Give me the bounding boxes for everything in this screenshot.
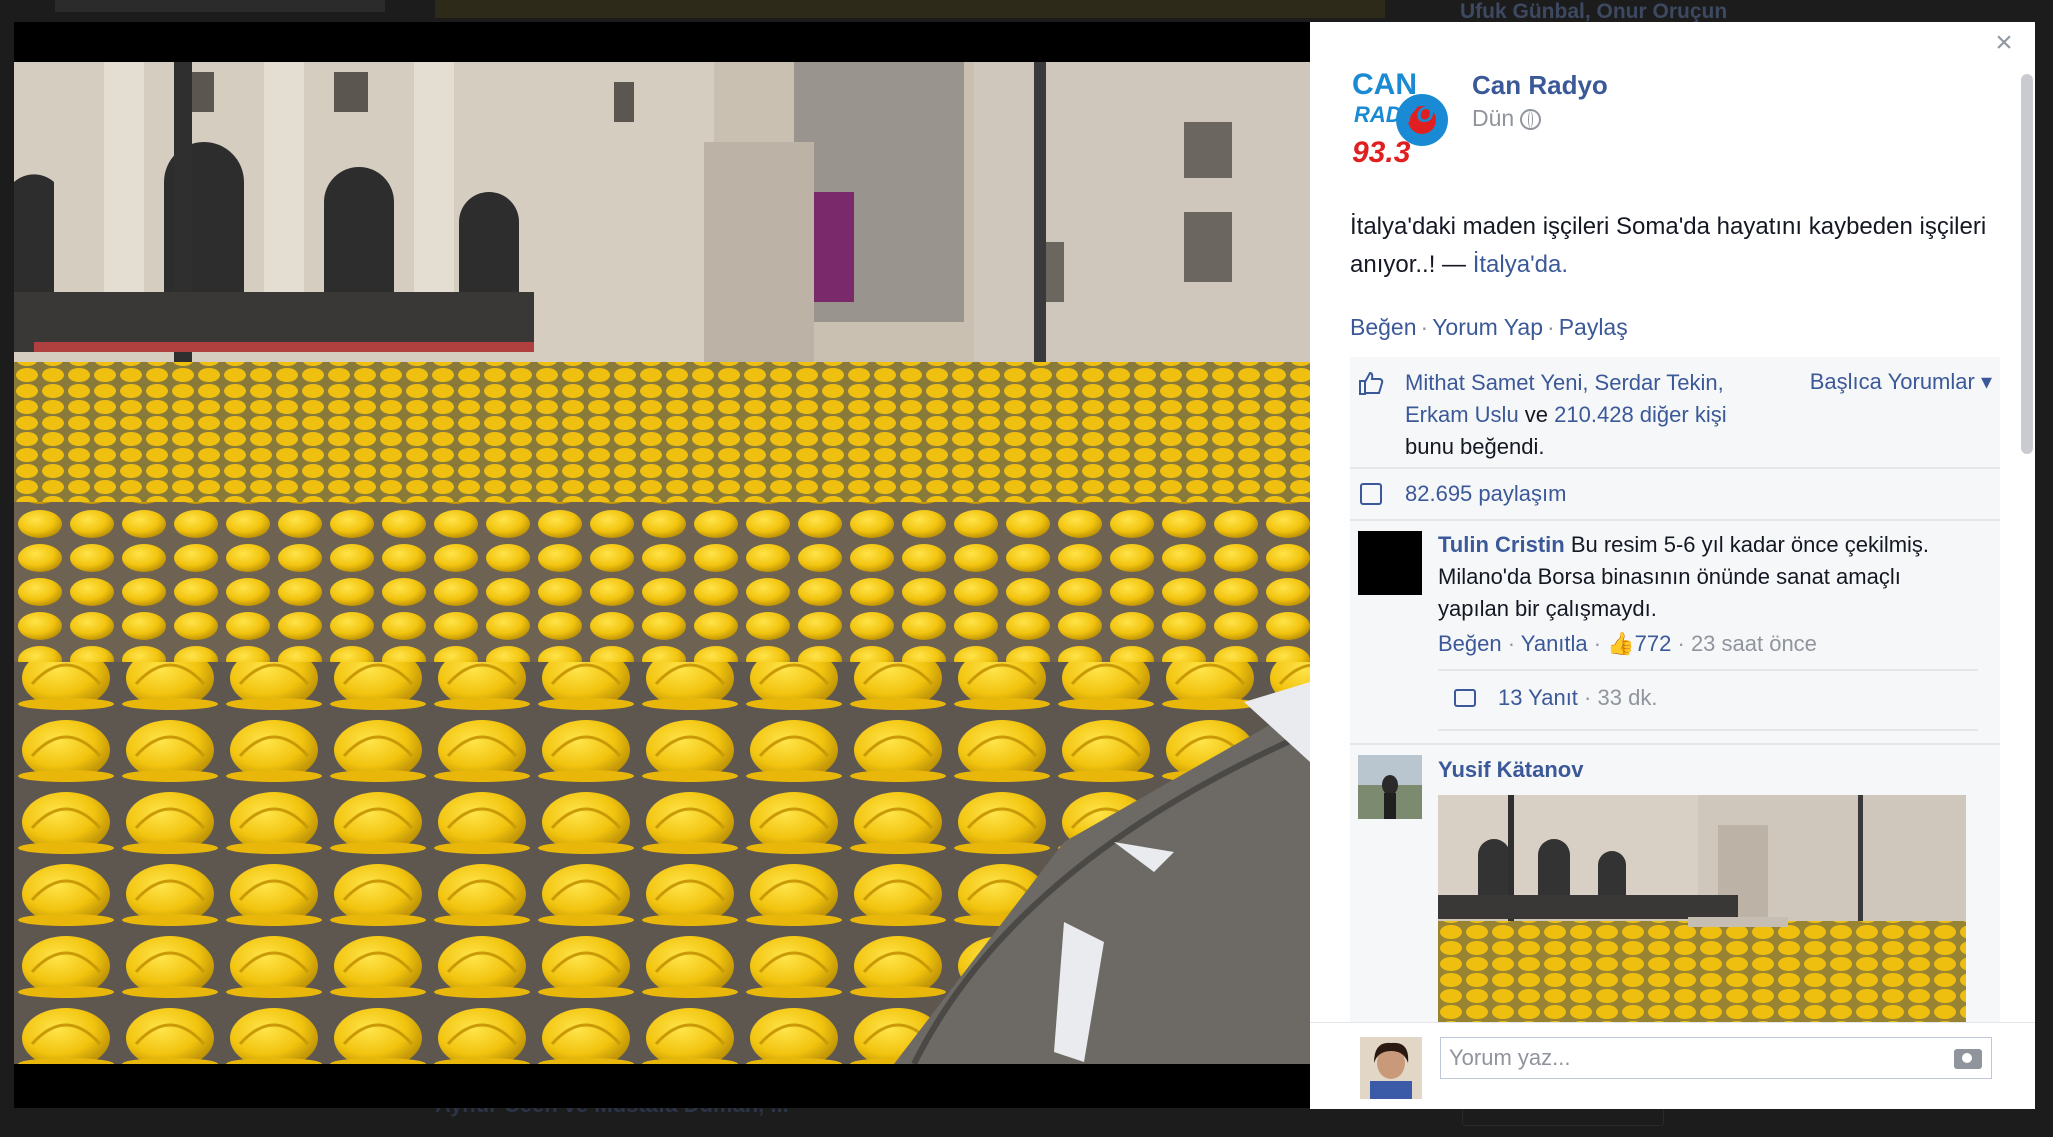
comment-attached-photo[interactable] [1438, 795, 1966, 1025]
comment-time[interactable]: 23 saat önce [1691, 631, 1817, 656]
likes-row: Mithat Samet Yeni, Serdar Tekin, Erkam U… [1350, 357, 2000, 469]
post-text: İtalya'daki maden işçileri Soma'da hayat… [1350, 208, 2010, 284]
background-page-names: Ufuk Günbal, Onur Oruçun [1460, 0, 1728, 23]
comment-likes[interactable]: 👍772 [1607, 631, 1671, 656]
commenter-avatar[interactable] [1358, 755, 1422, 819]
comment-like-count[interactable]: 772 [1635, 631, 1672, 656]
reply-icon [1454, 689, 1476, 707]
comment-body: Tulin Cristin Bu resim 5-6 yıl kadar önc… [1438, 529, 1968, 625]
share-button[interactable]: Paylaş [1559, 314, 1628, 340]
comment-button[interactable]: Yorum Yap [1432, 314, 1543, 340]
globe-icon [1520, 109, 1542, 131]
scrollbar[interactable] [2021, 74, 2033, 454]
likes-and: ve [1518, 402, 1555, 427]
commenter-name[interactable]: Yusif Kätanov [1438, 757, 1583, 783]
post-photo[interactable] [14, 62, 1310, 1064]
post-text-main: İtalya'daki maden işçileri Soma'da hayat… [1350, 213, 1987, 278]
comment-meta: Beğen · Yanıtla · 👍772 · 23 saat önce [1438, 631, 1817, 657]
background-page-strip [435, 0, 1385, 18]
thumbs-up-icon: 👍 [1607, 631, 1635, 656]
separator: · [1547, 314, 1555, 340]
logo-text-top: CAN [1352, 68, 1417, 101]
post-timestamp[interactable]: Dün [1472, 105, 1542, 132]
likes-suffix: bunu beğendi. [1405, 434, 1545, 459]
current-user-avatar[interactable] [1360, 1037, 1422, 1099]
location-link[interactable]: İtalya'da. [1473, 251, 1568, 278]
commenter-name[interactable]: Tulin Cristin [1438, 532, 1565, 557]
logo-text-freq: 93.3 [1352, 136, 1411, 166]
separator: · [1420, 314, 1429, 340]
commenter-avatar[interactable] [1358, 531, 1422, 595]
comment-composer [1310, 1022, 2035, 1109]
top-comments-dropdown[interactable]: Başlıca Yorumlar ▾ [1810, 369, 1992, 395]
replies-text[interactable]: 13 Yanıt · 33 dk. [1498, 685, 1657, 711]
likes-summary: Mithat Samet Yeni, Serdar Tekin, Erkam U… [1405, 367, 1755, 463]
comment: Tulin Cristin Bu resim 5-6 yıl kadar önc… [1350, 521, 2000, 745]
background-page-strip [55, 0, 385, 12]
feedback-box: Mithat Samet Yeni, Serdar Tekin, Erkam U… [1350, 357, 2000, 1025]
post-actions: Beğen · Yorum Yap · Paylaş [1350, 314, 1628, 341]
comment-like-button[interactable]: Beğen [1438, 631, 1502, 656]
logo-text-mid: RADYO [1354, 102, 1433, 127]
replies-count[interactable]: 13 Yanıt [1498, 685, 1578, 710]
close-icon[interactable]: × [1989, 28, 2019, 58]
post-time-text[interactable]: Dün [1472, 105, 1514, 131]
page-name-link[interactable]: Can Radyo [1472, 70, 1608, 101]
post-info-pane: × CAN RADYO 93.3 Can Radyo Dün İtalya'da… [1310, 22, 2035, 1109]
replies-time: 33 dk. [1597, 685, 1658, 710]
camera-icon[interactable] [1954, 1049, 1982, 1069]
page-avatar-logo[interactable]: CAN RADYO 93.3 [1350, 66, 1450, 166]
separator: · [1677, 631, 1685, 656]
thumbs-up-icon [1359, 371, 1384, 395]
separator: · [1584, 685, 1592, 710]
comment: Yusif Kätanov [1350, 745, 2000, 1025]
share-icon [1360, 483, 1382, 505]
shares-row: 82.695 paylaşım [1350, 469, 2000, 521]
comment-input[interactable] [1440, 1037, 1992, 1079]
replies-link[interactable]: 13 Yanıt · 33 dk. [1438, 669, 1978, 731]
likers-others-link[interactable]: 210.428 diğer kişi [1554, 402, 1726, 427]
separator: · [1507, 631, 1516, 656]
separator: · [1593, 631, 1602, 656]
comment-reply-button[interactable]: Yanıtla [1521, 631, 1588, 656]
like-button[interactable]: Beğen [1350, 314, 1417, 340]
shares-count-link[interactable]: 82.695 paylaşım [1405, 481, 1566, 507]
